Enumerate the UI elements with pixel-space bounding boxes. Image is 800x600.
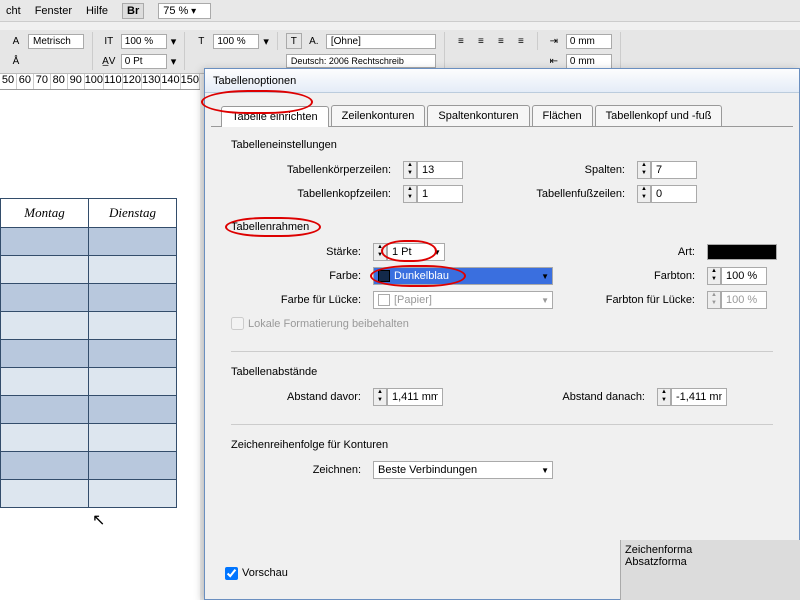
hscale-input[interactable]: 100 % (121, 34, 167, 49)
align-right-icon[interactable]: ≡ (493, 33, 509, 49)
side-panel[interactable]: Zeichenforma Absatzforma (620, 540, 800, 600)
color-select[interactable]: Dunkelblau▼ (373, 267, 553, 285)
table-options-dialog: Tabellenoptionen Tabelle einrichten Zeil… (204, 68, 800, 600)
indent-left[interactable]: 0 mm (566, 34, 612, 49)
body-rows-spinner[interactable]: ▲▼ (403, 161, 417, 179)
indent-right-icon: ⇤ (546, 53, 562, 69)
table-header[interactable]: Dienstag (89, 199, 177, 228)
preserve-local-checkbox[interactable]: Lokale Formatierung beibehalten (231, 317, 409, 330)
bridge-icon[interactable]: Br (122, 3, 144, 19)
type-label: Art: (575, 246, 695, 258)
stroke-type-select[interactable] (707, 244, 777, 260)
color-swatch (378, 294, 390, 306)
head-rows-spinner[interactable]: ▲▼ (403, 185, 417, 203)
chevron-down-icon: ▼ (541, 272, 549, 281)
section-spacing: Tabellenabstände Abstand davor: ▲▼ Absta… (231, 366, 773, 406)
vscale-input[interactable]: 100 % (213, 34, 259, 49)
section-title: Tabellenrahmen (231, 221, 309, 233)
horizontal-ruler: 5060708090100110120130140150 (0, 74, 200, 90)
kerning-icon: A̲V (101, 53, 117, 69)
gap-tint-input (721, 291, 767, 309)
gap-color-select[interactable]: [Papier]▼ (373, 291, 553, 309)
panel-label[interactable]: Zeichenforma (625, 544, 796, 556)
cols-input[interactable] (651, 161, 697, 179)
space-after-label: Abstand danach: (485, 391, 645, 403)
document-area: MontagDienstag (0, 90, 200, 600)
head-rows-input[interactable] (417, 185, 463, 203)
gap-color-label: Farbe für Lücke: (231, 294, 361, 306)
gap-tint-label: Farbton für Lücke: (575, 294, 695, 306)
bold-icon[interactable]: T (286, 33, 302, 49)
cols-spinner[interactable]: ▲▼ (637, 161, 651, 179)
indent-left-icon: ⇥ (546, 33, 562, 49)
indent-right[interactable]: 0 mm (566, 54, 612, 69)
vscale-icon: T (193, 33, 209, 49)
kerning-input[interactable]: 0 Pt (121, 54, 167, 69)
section-settings: Tabelleneinstellungen Tabellenkörperzeil… (231, 139, 773, 203)
tab-fills[interactable]: Flächen (532, 105, 593, 126)
draw-select[interactable]: Beste Verbindungen▼ (373, 461, 553, 479)
space-before-label: Abstand davor: (231, 391, 361, 403)
menu-item-help[interactable]: Hilfe (86, 5, 108, 17)
foot-rows-label: Tabellenfußzeilen: (485, 188, 625, 200)
section-stroke-order: Zeichenreihenfolge für Konturen Zeichnen… (231, 439, 773, 479)
space-after-input[interactable] (671, 388, 727, 406)
panel-label[interactable]: Absatzforma (625, 556, 796, 568)
tab-setup[interactable]: Tabelle einrichten (221, 106, 329, 127)
space-before-spinner[interactable]: ▲▼ (373, 388, 387, 406)
tab-row-strokes[interactable]: Zeilenkonturen (331, 105, 426, 126)
space-before-input[interactable] (387, 388, 443, 406)
dialog-title: Tabellenoptionen (205, 69, 799, 93)
align-center-icon[interactable]: ≡ (473, 33, 489, 49)
foot-rows-input[interactable] (651, 185, 697, 203)
tab-col-strokes[interactable]: Spaltenkonturen (427, 105, 529, 126)
tint-spinner[interactable]: ▲▼ (707, 267, 721, 285)
section-border: Tabellenrahmen Stärke: ▲▼1 Pt▼ Art: Farb… (231, 221, 773, 333)
body-rows-input[interactable] (417, 161, 463, 179)
chevron-down-icon: ▼ (541, 296, 549, 305)
menu-item-window[interactable]: Fenster (35, 5, 72, 17)
color-swatch (378, 270, 390, 282)
chevron-down-icon: ▼ (541, 466, 549, 475)
space-after-spinner[interactable]: ▲▼ (657, 388, 671, 406)
weight-spinner[interactable]: ▲▼ (373, 243, 387, 261)
section-title: Tabelleneinstellungen (231, 139, 337, 151)
document-table[interactable]: MontagDienstag (0, 198, 177, 508)
body-rows-label: Tabellenkörperzeilen: (231, 164, 391, 176)
section-title: Tabellenabstände (231, 366, 317, 378)
section-title: Zeichenreihenfolge für Konturen (231, 439, 388, 451)
type-icon: A (8, 33, 24, 49)
char-style-icon: A. (306, 33, 322, 49)
language-select[interactable]: Deutsch: 2006 Rechtschreib (286, 54, 436, 68)
tab-header-footer[interactable]: Tabellenkopf und -fuß (595, 105, 723, 126)
dialog-tabstrip: Tabelle einrichten Zeilenkonturen Spalte… (205, 93, 799, 126)
menu-item[interactable]: cht (6, 5, 21, 17)
foot-rows-spinner[interactable]: ▲▼ (637, 185, 651, 203)
char-style-select[interactable]: [Ohne] (326, 34, 436, 49)
tint-input[interactable] (721, 267, 767, 285)
main-menubar: cht Fenster Hilfe Br 75 % ▾ Grundlagen ▾… (0, 0, 800, 22)
align-left-icon[interactable]: ≡ (453, 33, 469, 49)
draw-label: Zeichnen: (231, 464, 361, 476)
align-justify-icon[interactable]: ≡ (513, 33, 529, 49)
zoom-select[interactable]: 75 % ▾ (158, 3, 211, 19)
gap-tint-spinner: ▲▼ (707, 291, 721, 309)
weight-label: Stärke: (231, 246, 361, 258)
preview-checkbox[interactable]: Vorschau (225, 567, 288, 580)
leading-icon: Å (8, 53, 24, 69)
cols-label: Spalten: (485, 164, 625, 176)
chevron-down-icon: ▼ (433, 248, 441, 257)
tint-label: Farbton: (575, 270, 695, 282)
head-rows-label: Tabellenkopfzeilen: (231, 188, 391, 200)
units-select[interactable]: Metrisch (28, 34, 84, 49)
color-label: Farbe: (231, 270, 361, 282)
weight-select[interactable]: 1 Pt▼ (387, 243, 445, 261)
table-header[interactable]: Montag (1, 199, 89, 228)
hscale-icon: IT (101, 33, 117, 49)
